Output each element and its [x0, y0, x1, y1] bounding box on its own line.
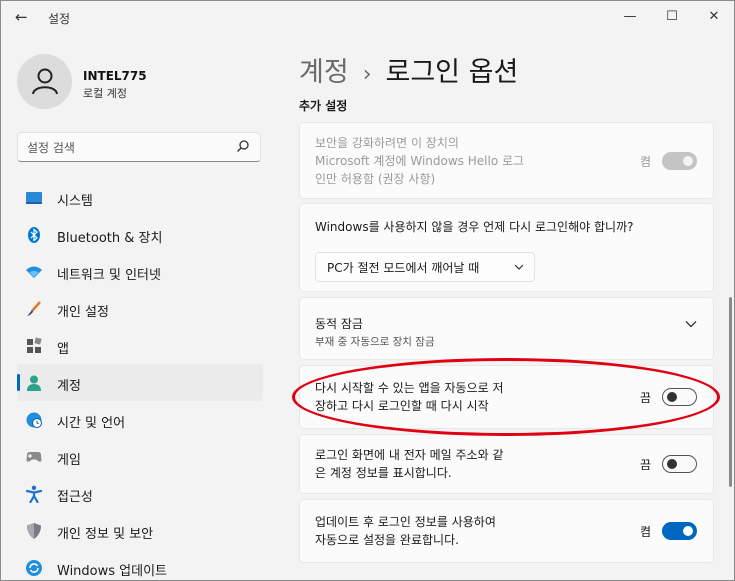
sidebar-item-label: 접근성: [57, 490, 93, 505]
avatar[interactable]: [17, 54, 72, 109]
dynamic-lock-subtitle: 부재 중 자동으로 장치 잠금: [315, 336, 435, 348]
sidebar-item-privacy-security[interactable]: 개인 정보 및 보안: [17, 512, 263, 549]
sidebar-item-label: 시간 및 언어: [57, 416, 126, 431]
setting-line: Microsoft 계정에 Windows Hello 로그: [315, 154, 525, 168]
setting-dynamic-lock[interactable]: 동적 잠금 부재 중 자동으로 장치 잠금: [299, 297, 714, 360]
setting-line: 보안을 강화하려면 이 장치의: [315, 136, 459, 150]
setting-description: 로그인 화면에 내 전자 메일 주소와 같 은 계정 정보를 표시합니다.: [315, 446, 504, 482]
section-title: 추가 설정: [299, 99, 348, 113]
back-arrow-icon[interactable]: ←: [15, 9, 33, 25]
toggle-knob: [683, 156, 693, 166]
sidebar-item-label: 시스템: [57, 194, 93, 209]
sidebar-item-time-language[interactable]: 시간 및 언어: [17, 401, 263, 438]
setting-line: 인만 허용함 (권장 사항): [315, 172, 436, 186]
setting-description: 업데이트 후 로그인 정보를 사용하여 자동으로 설정을 완료합니다.: [315, 513, 496, 549]
toggle-knob: [667, 459, 677, 469]
hello-only-toggle: [662, 152, 697, 170]
brush-icon: [27, 301, 41, 316]
system-icon: [26, 192, 42, 204]
sidebar-item-accessibility[interactable]: 접근성: [17, 475, 263, 512]
search-placeholder: 설정 검색: [27, 141, 75, 155]
scrollbar[interactable]: [729, 297, 732, 487]
user-icon: [32, 68, 58, 95]
minimize-button[interactable]: —: [615, 7, 645, 27]
settings-window: ← 설정 — ☐ ✕ INTEL775 로컬 계정 설정 검색 시스템 Blue…: [0, 0, 735, 581]
setting-show-email: 로그인 화면에 내 전자 메일 주소와 같 은 계정 정보를 표시합니다. 끔: [299, 434, 714, 494]
search-input[interactable]: 설정 검색: [17, 132, 261, 162]
active-indicator: [17, 374, 20, 391]
search-icon[interactable]: [236, 139, 250, 153]
require-signin-dropdown[interactable]: PC가 절전 모드에서 깨어날 때: [315, 252, 535, 282]
sidebar-item-label: 네트워크 및 인터넷: [57, 268, 161, 283]
sidebar-item-network[interactable]: 네트워크 및 인터넷: [17, 253, 263, 290]
user-name: INTEL775: [83, 69, 147, 83]
chevron-down-icon: [514, 264, 524, 270]
toggle-state-label: 켬: [639, 155, 651, 169]
sidebar-nav: 시스템 Bluetooth & 장치 네트워크 및 인터넷 개인 설정 앱 계정…: [17, 179, 263, 580]
page-title-current: 로그인 옵션: [385, 57, 519, 88]
use-signin-info-toggle[interactable]: [662, 522, 697, 540]
shield-icon: [27, 523, 41, 539]
highlight-ellipse: [292, 358, 720, 436]
sidebar-item-label: 개인 설정: [57, 305, 109, 320]
setting-use-signin-info: 업데이트 후 로그인 정보를 사용하여 자동으로 설정을 완료합니다. 켬: [299, 499, 714, 563]
chevron-down-icon[interactable]: [685, 320, 697, 328]
sidebar-item-label: 계정: [57, 379, 81, 394]
globe-clock-icon: [26, 412, 42, 428]
sidebar-item-system[interactable]: 시스템: [17, 179, 263, 216]
title-bar: ← 설정 — ☐ ✕: [1, 1, 734, 33]
setting-line: 업데이트 후 로그인 정보를 사용하여: [315, 515, 496, 529]
dynamic-lock-title: 동적 잠금: [315, 317, 363, 331]
setting-hello-only: 보안을 강화하려면 이 장치의 Microsoft 계정에 Windows He…: [299, 122, 714, 199]
sidebar-item-personalization[interactable]: 개인 설정: [17, 290, 263, 327]
wifi-icon: [26, 266, 42, 278]
breadcrumb-separator: ›: [362, 62, 372, 87]
setting-line: 자동으로 설정을 완료합니다.: [315, 533, 459, 547]
require-signin-question: Windows를 사용하지 않을 경우 언제 다시 로그인해야 합니까?: [315, 220, 634, 234]
account-type: 로컬 계정: [83, 87, 127, 100]
sidebar-item-label: 개인 정보 및 보안: [57, 527, 154, 542]
sidebar-item-label: Windows 업데이트: [57, 564, 168, 579]
sidebar-item-accounts[interactable]: 계정: [17, 364, 263, 401]
update-icon: [26, 560, 42, 576]
sidebar-item-windows-update[interactable]: Windows 업데이트: [17, 549, 263, 580]
sidebar-item-gaming[interactable]: 게임: [17, 438, 263, 475]
toggle-state-label: 끔: [639, 458, 651, 472]
sidebar-item-bluetooth[interactable]: Bluetooth & 장치: [17, 216, 263, 253]
maximize-button[interactable]: ☐: [657, 7, 687, 27]
toggle-state-label: 켬: [639, 525, 651, 539]
setting-description: 보안을 강화하려면 이 장치의 Microsoft 계정에 Windows He…: [315, 134, 524, 188]
setting-line: 은 계정 정보를 표시합니다.: [315, 466, 452, 480]
page-title: 계정 › 로그인 옵션: [299, 50, 518, 89]
breadcrumb[interactable]: 계정: [299, 57, 349, 88]
dropdown-value: PC가 절전 모드에서 깨어날 때: [327, 261, 480, 275]
gamepad-icon: [26, 452, 42, 462]
show-email-toggle[interactable]: [662, 455, 697, 473]
sidebar-item-apps[interactable]: 앱: [17, 327, 263, 364]
setting-require-signin: Windows를 사용하지 않을 경우 언제 다시 로그인해야 합니까? PC가…: [299, 203, 714, 292]
accessibility-icon: [25, 485, 43, 503]
setting-line: 로그인 화면에 내 전자 메일 주소와 같: [315, 448, 504, 462]
bluetooth-icon: [28, 227, 40, 243]
account-icon: [27, 375, 41, 391]
toggle-knob: [683, 526, 693, 536]
sidebar-item-label: Bluetooth & 장치: [57, 231, 163, 246]
sidebar-item-label: 앱: [57, 342, 69, 357]
close-button[interactable]: ✕: [699, 7, 729, 27]
app-title: 설정: [48, 12, 71, 26]
apps-icon: [27, 337, 42, 353]
sidebar-item-label: 게임: [57, 453, 81, 468]
